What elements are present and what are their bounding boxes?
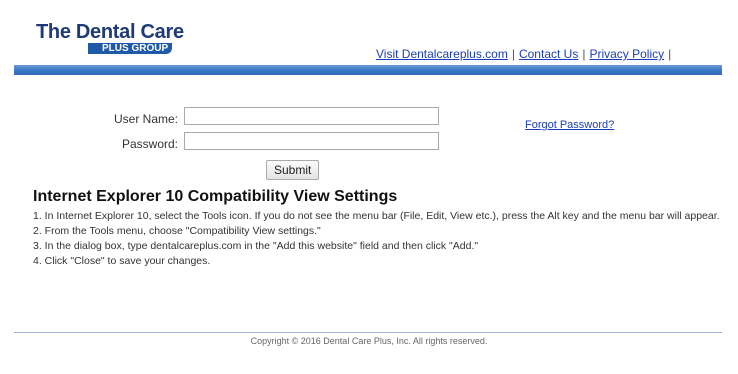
submit-button[interactable]: Submit	[266, 160, 320, 180]
password-label: Password:	[121, 137, 178, 151]
link-separator: |	[582, 47, 586, 61]
dental-care-plus-logo: The Dental Care PLUS GROUP	[36, 22, 184, 62]
forgot-password-link[interactable]: Forgot Password?	[525, 119, 614, 131]
username-input[interactable]	[184, 107, 439, 125]
logo-title: The Dental Care	[36, 21, 184, 43]
contact-us-link[interactable]: Contact Us	[519, 47, 578, 61]
header-links: Visit Dentalcareplus.com | Contact Us | Priv…	[376, 47, 675, 61]
password-input[interactable]	[184, 132, 439, 150]
header-bar	[14, 65, 722, 75]
instruction-steps: 1. In Internet Explorer 10, select the T…	[33, 210, 723, 270]
ie-compatibility-heading: Internet Explorer 10 Compatibility View …	[33, 188, 398, 205]
instruction-step: 4. Click "Close" to save your changes.	[33, 255, 211, 267]
login-page: The Dental Care PLUS GROUP Visit Dentalc…	[0, 0, 738, 374]
instruction-step: 3. In the dialog box, type dentalcareplu…	[33, 240, 479, 252]
link-separator: |	[511, 47, 515, 61]
username-label: User Name:	[113, 112, 178, 126]
logo-subtitle: PLUS GROUP	[88, 43, 173, 54]
visit-dentalcareplus-link[interactable]: Visit Dentalcareplus.com	[376, 47, 508, 61]
copyright-text: Copyright © 2016 Dental Care Plus, Inc. …	[250, 336, 488, 346]
instruction-step: 2. From the Tools menu, choose "Compatib…	[33, 225, 321, 237]
privacy-policy-link[interactable]: Privacy Policy	[589, 47, 664, 61]
link-separator: |	[668, 47, 672, 61]
instruction-step: 1. In Internet Explorer 10, select the T…	[33, 210, 720, 222]
footer-divider	[14, 332, 722, 333]
